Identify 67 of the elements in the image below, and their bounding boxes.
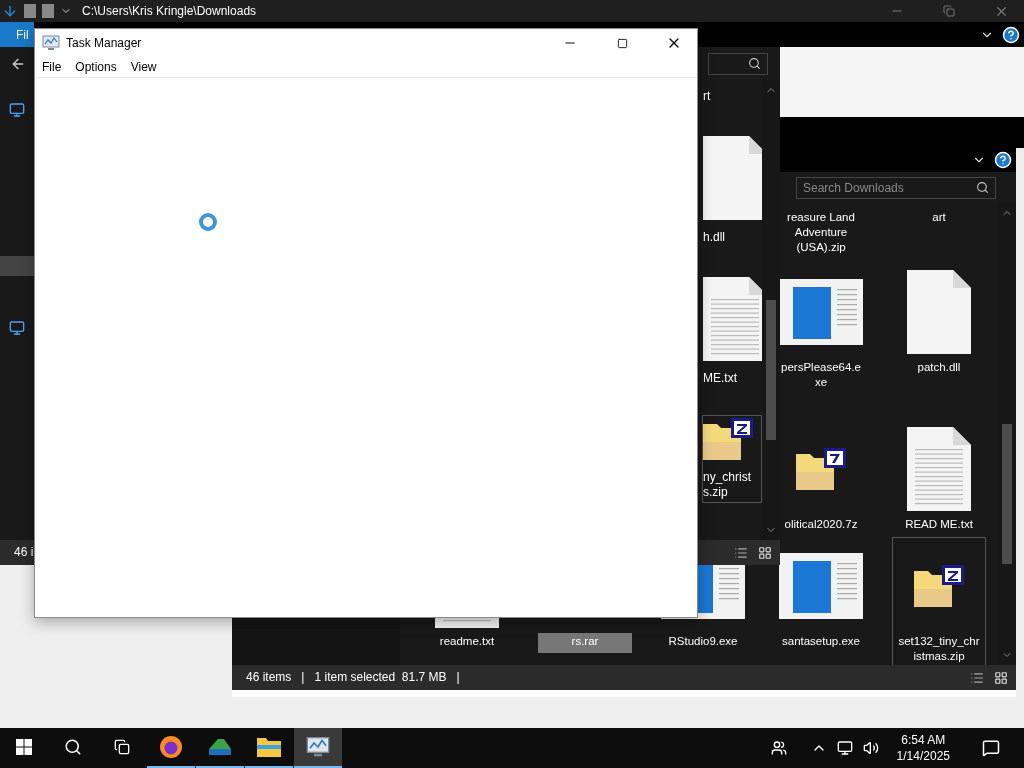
file-tile[interactable]: rt bbox=[702, 86, 762, 107]
status-text: | bbox=[456, 670, 460, 685]
program-window-icon bbox=[779, 553, 863, 619]
file-name[interactable]: rs.rar bbox=[544, 634, 626, 649]
file-tile[interactable]: rs.rar bbox=[538, 633, 632, 653]
status-text: 1 item selected 81.7 MB bbox=[314, 670, 447, 685]
file-name[interactable]: set132_tiny_christmas.zip bbox=[898, 634, 980, 664]
search-icon bbox=[748, 57, 761, 70]
task-manager-icon bbox=[42, 34, 60, 52]
ribbon-tab[interactable]: Fil bbox=[0, 22, 34, 47]
file-name[interactable]: patch.dll bbox=[898, 360, 980, 375]
icons-view-icon[interactable] bbox=[994, 670, 1008, 685]
network-icon[interactable] bbox=[836, 740, 853, 756]
file-name[interactable]: olitical2020.7z bbox=[780, 517, 862, 532]
file-name: ny_christ s.zip bbox=[703, 470, 751, 500]
restore-icon bbox=[943, 5, 955, 17]
file-tile[interactable]: h.dll bbox=[702, 133, 762, 248]
browser-icon bbox=[159, 735, 183, 759]
search-icon bbox=[64, 738, 82, 756]
icons-view-icon[interactable] bbox=[758, 545, 772, 560]
volume-icon[interactable] bbox=[862, 740, 879, 756]
computer-icon[interactable] bbox=[9, 102, 25, 118]
notifications-icon[interactable] bbox=[982, 739, 1000, 757]
file-icon bbox=[907, 270, 971, 354]
file-tile[interactable]: ny_christ s.zip bbox=[702, 415, 762, 503]
file-name[interactable]: readme.txt bbox=[426, 634, 508, 649]
file-name[interactable]: santasetup.exe bbox=[780, 634, 862, 649]
maximize-icon bbox=[616, 37, 628, 49]
network-icon[interactable] bbox=[9, 320, 25, 336]
folder-icon bbox=[256, 736, 282, 758]
search-icon bbox=[976, 181, 989, 194]
details-view-icon[interactable] bbox=[970, 670, 984, 685]
text-file-icon bbox=[907, 427, 971, 511]
file-name[interactable]: reasure Land Adventure (USA).zip bbox=[780, 210, 862, 255]
file-tile[interactable]: ME.txt bbox=[702, 274, 762, 389]
task-manager-icon bbox=[306, 735, 330, 759]
file-name: h.dll bbox=[703, 230, 726, 245]
archive-folder-icon bbox=[796, 448, 846, 490]
file-name[interactable]: RStudio9.exe bbox=[662, 634, 744, 649]
search-field[interactable]: Search Downloads bbox=[796, 176, 996, 199]
search-field[interactable] bbox=[708, 52, 768, 75]
file-name[interactable]: persPlease64.exe bbox=[780, 360, 862, 390]
download-arrow-icon bbox=[2, 3, 18, 19]
file-name[interactable]: READ ME.txt bbox=[898, 517, 980, 532]
window-title: Task Manager bbox=[66, 36, 143, 50]
windows-logo-icon bbox=[16, 739, 32, 755]
details-view-icon[interactable] bbox=[734, 545, 748, 560]
file-name: ME.txt bbox=[703, 371, 738, 386]
taskbar-app-button[interactable] bbox=[294, 728, 342, 768]
task-view-icon bbox=[114, 739, 130, 755]
clock[interactable]: 6:54 AM 1/14/2025 bbox=[888, 732, 958, 764]
program-window-icon bbox=[779, 279, 863, 345]
help-icon[interactable] bbox=[994, 151, 1012, 169]
file-name[interactable]: art bbox=[898, 210, 980, 225]
menu-item[interactable]: Options bbox=[70, 60, 122, 74]
zip-folder-icon bbox=[703, 418, 753, 460]
status-text: | bbox=[301, 670, 305, 685]
help-icon[interactable] bbox=[1002, 25, 1020, 44]
status-text: 46 i bbox=[14, 545, 34, 560]
file-name: rt bbox=[703, 89, 712, 104]
people-icon[interactable] bbox=[770, 740, 787, 756]
menu-item[interactable]: File bbox=[37, 60, 67, 74]
zip-folder-icon bbox=[914, 565, 964, 607]
window-path: C:\Users\Kris Kringle\Downloads bbox=[82, 4, 258, 18]
status-text: 46 items bbox=[246, 670, 292, 685]
menu-item[interactable]: View bbox=[125, 60, 162, 74]
loading-spinner-icon bbox=[198, 212, 218, 232]
